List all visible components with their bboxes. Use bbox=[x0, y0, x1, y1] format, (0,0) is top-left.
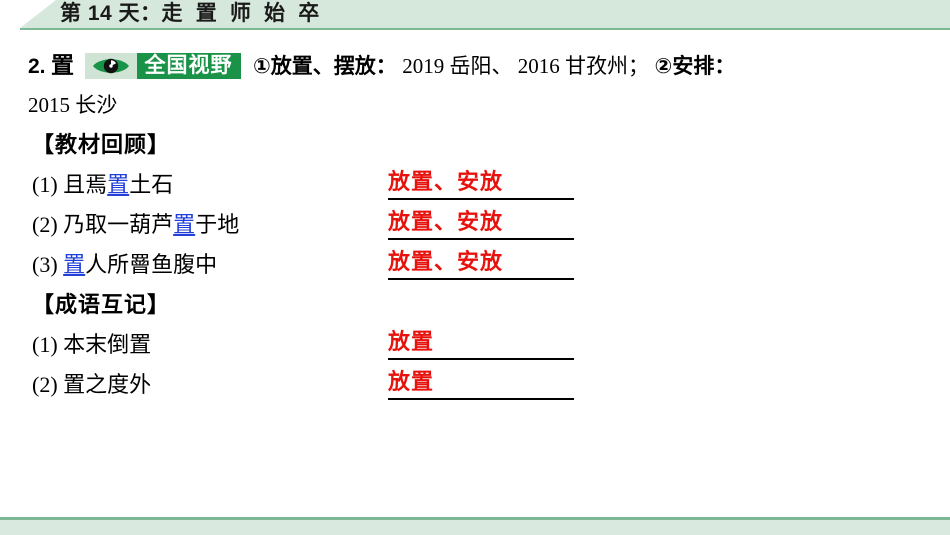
list-item: (1) 本末倒置 放置 bbox=[0, 325, 950, 365]
answer-text: 放置、安放 bbox=[388, 169, 504, 194]
item-post: 于地 bbox=[195, 212, 240, 237]
item-label: (2) bbox=[32, 372, 58, 397]
section-heading-idiom-review: 【成语互记】 bbox=[32, 292, 171, 317]
answer-slot: 放置、安放 bbox=[388, 165, 574, 205]
item-post: 土石 bbox=[129, 172, 174, 197]
page-footer bbox=[0, 517, 950, 535]
list-item: (1) 且焉置土石 放置、安放 bbox=[0, 165, 950, 205]
entry-citations-2: 2015 长沙 bbox=[28, 93, 118, 117]
main-content: 2. 置 全国视野 ①放置、摆放： 2019 岳阳、 2016 甘孜州； ②安排… bbox=[0, 45, 950, 405]
footer-background bbox=[0, 520, 950, 535]
page-title: 第 14 天：走 置 师 始 卒 bbox=[60, 2, 320, 25]
entry-headline: 2. 置 全国视野 ①放置、摆放： 2019 岳阳、 2016 甘孜州； ②安排… bbox=[0, 45, 950, 85]
entry-definition-2: ②安排： bbox=[654, 55, 736, 78]
item-label: (3) bbox=[32, 252, 58, 277]
list-item: (2) 乃取一葫芦置于地 放置、安放 bbox=[0, 205, 950, 245]
answer-underline bbox=[388, 238, 574, 240]
badge-label: 全国视野 bbox=[136, 53, 241, 80]
item-post: 人所罾鱼腹中 bbox=[85, 252, 218, 277]
answer-underline bbox=[388, 198, 574, 200]
item-pre: 且焉 bbox=[57, 172, 108, 197]
item-key-character: 置 bbox=[107, 172, 130, 197]
item-pre: 乃取一葫芦 bbox=[57, 212, 174, 237]
entry-number: 2. bbox=[28, 55, 46, 78]
entry-definition-1: ①放置、摆放： bbox=[253, 55, 397, 78]
national-view-badge: 全国视野 bbox=[84, 53, 241, 80]
item-label: (2) bbox=[32, 212, 58, 237]
answer-text: 放置、安放 bbox=[388, 249, 504, 274]
item-key-character: 置 bbox=[63, 252, 86, 277]
page-header: 第 14 天：走 置 师 始 卒 bbox=[0, 0, 950, 31]
item-label: (1) bbox=[32, 332, 58, 357]
answer-slot: 放置、安放 bbox=[388, 245, 574, 285]
item-text: (1) 且焉置土石 bbox=[32, 165, 173, 205]
answer-slot: 放置 bbox=[388, 365, 574, 405]
section-heading-textbook-review: 【教材回顾】 bbox=[32, 132, 171, 157]
answer-underline bbox=[388, 278, 574, 280]
entry-citations-1: 2019 岳阳、 2016 甘孜州； bbox=[402, 54, 650, 78]
answer-text: 放置 bbox=[388, 329, 435, 354]
answer-underline bbox=[388, 358, 574, 360]
entry-character: 置 bbox=[51, 52, 75, 78]
answer-text: 放置 bbox=[388, 369, 435, 394]
answer-underline bbox=[388, 398, 574, 400]
answer-slot: 放置、安放 bbox=[388, 205, 574, 245]
item-label: (1) bbox=[32, 172, 58, 197]
item-pre: 置之度外 bbox=[57, 372, 152, 397]
entry-citations-2-line: 2015 长沙 bbox=[0, 85, 950, 125]
answer-slot: 放置 bbox=[388, 325, 574, 365]
item-key-character: 置 bbox=[173, 212, 196, 237]
item-text: (2) 置之度外 bbox=[32, 365, 151, 405]
item-text: (3) 置人所罾鱼腹中 bbox=[32, 245, 217, 285]
answer-text: 放置、安放 bbox=[388, 209, 504, 234]
item-text: (2) 乃取一葫芦置于地 bbox=[32, 205, 239, 245]
list-item: (2) 置之度外 放置 bbox=[0, 365, 950, 405]
list-item: (3) 置人所罾鱼腹中 放置、安放 bbox=[0, 245, 950, 285]
header-underline bbox=[20, 28, 950, 30]
eye-icon bbox=[84, 53, 137, 80]
item-pre: 本末倒置 bbox=[57, 332, 152, 357]
item-text: (1) 本末倒置 bbox=[32, 325, 151, 365]
